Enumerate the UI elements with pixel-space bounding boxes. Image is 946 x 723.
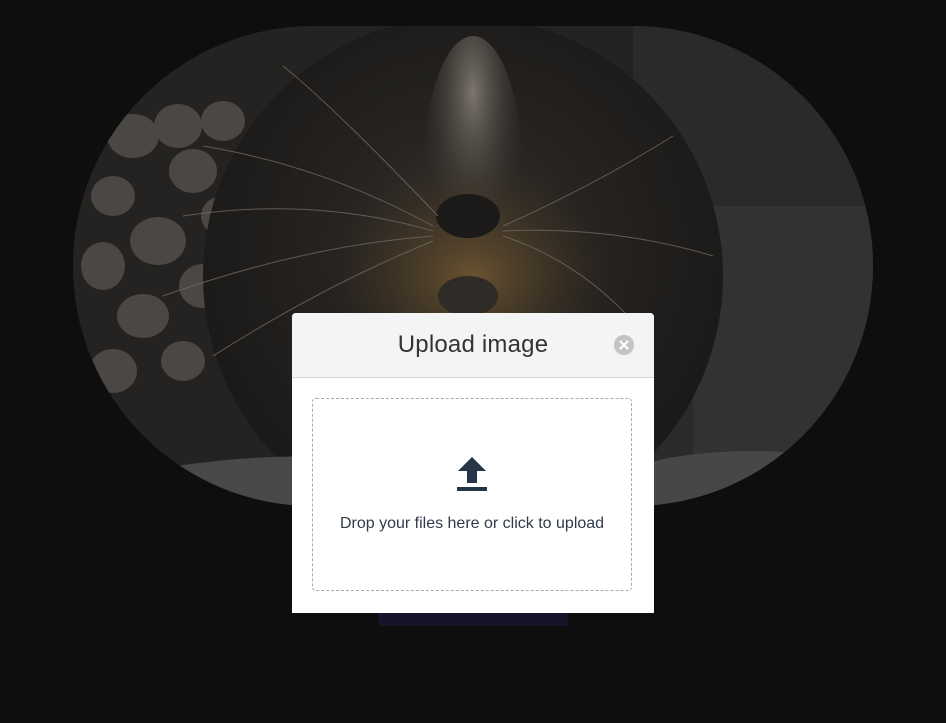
- modal-title: Upload image: [397, 331, 549, 358]
- close-icon[interactable]: [614, 335, 634, 355]
- modal-header: Upload image: [292, 313, 654, 378]
- upload-modal: Upload image Drop your files here or cli…: [292, 313, 654, 613]
- upload-icon: [457, 457, 487, 491]
- close-circle-icon: [614, 335, 634, 355]
- dropzone-text: Drop your files here or click to upload: [339, 515, 605, 532]
- file-dropzone[interactable]: Drop your files here or click to upload: [312, 398, 632, 591]
- modal-body: Drop your files here or click to upload: [292, 378, 654, 611]
- page: Upload image Drop your files here or cli…: [0, 0, 946, 723]
